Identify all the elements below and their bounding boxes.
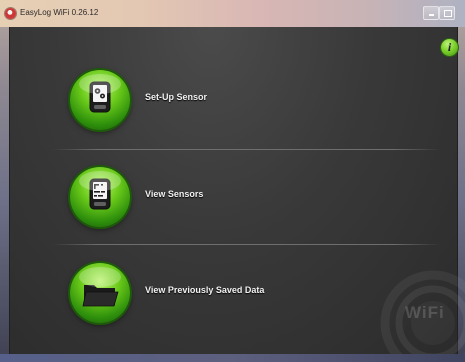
window-title: EasyLog WiFi 0.26.12 [20, 8, 99, 17]
info-button[interactable]: i [441, 39, 458, 56]
view-previously-saved-data-label: View Previously Saved Data [145, 285, 265, 295]
desktop-background-strip [0, 354, 465, 362]
view-sensors-label: View Sensors [145, 189, 204, 199]
menu-divider [52, 244, 440, 245]
sensor-readings-icon [70, 167, 130, 227]
menu-divider [52, 149, 440, 150]
view-previously-saved-data-button[interactable]: View Previously Saved Data [70, 263, 430, 323]
view-sensors-button[interactable]: View Sensors [70, 167, 430, 227]
title-bar: EasyLog WiFi 0.26.12 [0, 0, 465, 27]
folder-icon [70, 263, 130, 323]
gears-device-icon [70, 70, 130, 130]
set-up-sensor-button[interactable]: Set-Up Sensor [70, 70, 430, 130]
easylog-app-icon [5, 8, 16, 19]
maximize-button[interactable] [439, 6, 455, 20]
wifi-watermark-text: WiFi [405, 303, 445, 322]
set-up-sensor-label: Set-Up Sensor [145, 92, 208, 102]
minimize-button[interactable] [423, 6, 439, 20]
